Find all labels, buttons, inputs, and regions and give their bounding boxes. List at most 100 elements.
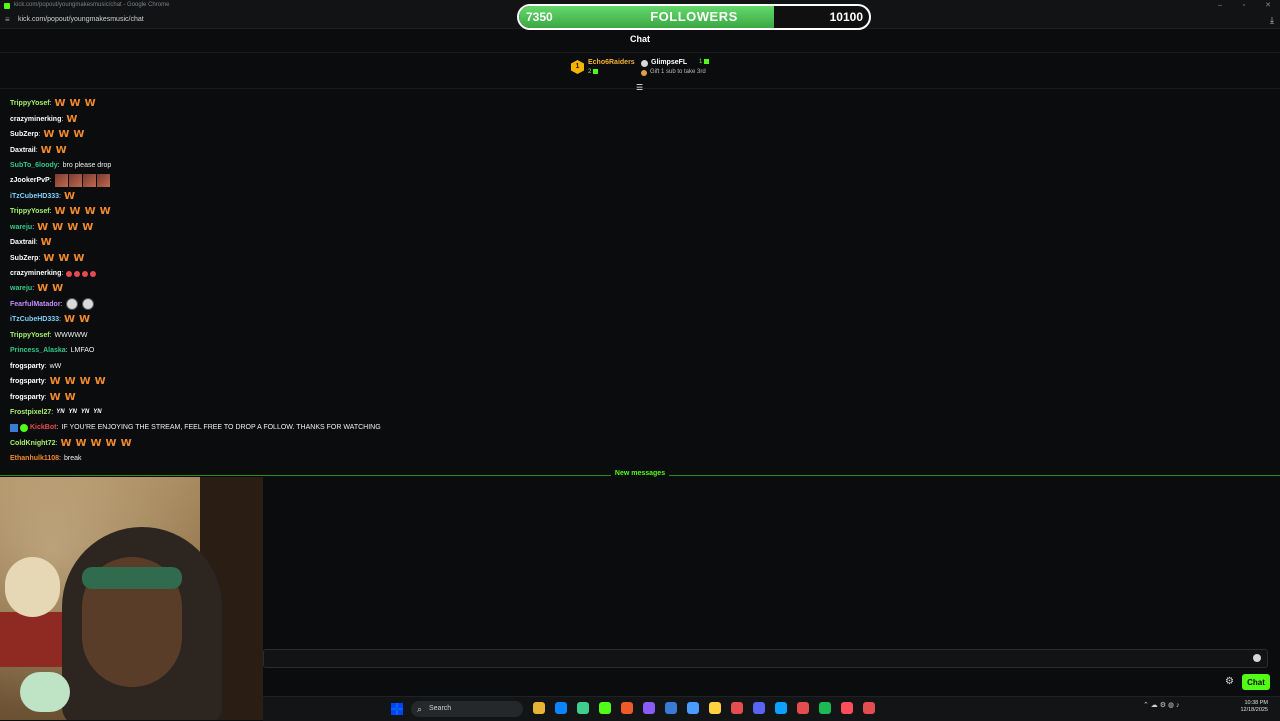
w-emote-icon[interactable]: W xyxy=(65,376,76,387)
chat-username[interactable]: iTzCubeHD333 xyxy=(10,316,59,323)
w-wings-emote-icon[interactable]: W xyxy=(73,253,84,264)
taskbar-app-icon[interactable] xyxy=(621,702,633,714)
yn-emote-icon[interactable]: YN xyxy=(56,409,64,415)
taskbar-app-icon[interactable] xyxy=(533,702,545,714)
w-wings-emote-icon[interactable]: W xyxy=(52,283,63,294)
chat-username[interactable]: Daxtrail xyxy=(10,147,36,154)
w-emote-icon[interactable]: W xyxy=(75,438,86,449)
chat-message[interactable]: SubZerp: W W W xyxy=(10,127,710,142)
chat-username[interactable]: wareju xyxy=(10,285,32,292)
w-wings-emote-icon[interactable]: W xyxy=(55,206,66,217)
chat-username[interactable]: wareju xyxy=(10,224,32,231)
chat-message[interactable]: iTzCubeHD333: W W xyxy=(10,312,710,327)
site-info-icon[interactable]: ≡ xyxy=(5,15,10,25)
w-wings-emote-icon[interactable]: W xyxy=(37,283,48,294)
w-emote-icon[interactable]: W xyxy=(85,98,96,109)
yn-emote-icon[interactable]: YN xyxy=(93,409,101,415)
chat-username[interactable]: SubTo_6loody xyxy=(10,162,58,169)
chat-message[interactable]: frogsparty: wW xyxy=(10,358,710,373)
w-emote-icon[interactable]: W xyxy=(79,314,90,325)
image-emote-icon[interactable] xyxy=(68,174,82,188)
maximize-button[interactable]: ▫ xyxy=(1232,0,1256,12)
chat-username[interactable]: SubZerp xyxy=(10,131,38,138)
new-messages-text[interactable]: New messages xyxy=(610,470,670,477)
w-emote-icon[interactable]: W xyxy=(121,438,132,449)
chat-username[interactable]: crazyminerking xyxy=(10,270,61,277)
w-emote-icon[interactable]: W xyxy=(58,129,69,140)
image-emote-icon[interactable] xyxy=(96,174,110,188)
chat-username[interactable]: frogsparty xyxy=(10,378,45,385)
chat-username[interactable]: zJookerPvP xyxy=(10,177,50,184)
chat-message[interactable]: Princess_Alaska: LMFAO xyxy=(10,343,710,358)
w-emote-icon[interactable]: W xyxy=(64,314,75,325)
face-emote-icon[interactable] xyxy=(65,298,78,311)
w-emote-icon[interactable]: W xyxy=(41,145,52,156)
taskbar-app-icon[interactable] xyxy=(709,702,721,714)
w-wings-emote-icon[interactable]: W xyxy=(66,114,77,125)
yn-emote-icon[interactable]: YN xyxy=(81,409,89,415)
chat-settings-gear-icon[interactable]: ⚙ xyxy=(1225,676,1234,688)
taskbar-app-icon[interactable] xyxy=(687,702,699,714)
image-emote-icon[interactable] xyxy=(54,174,68,188)
windows-start-icon[interactable] xyxy=(391,703,403,715)
chat-message[interactable]: KickBot: IF YOU'RE ENJOYING THE STREAM, F… xyxy=(10,420,710,435)
chat-message[interactable]: wareju: W W xyxy=(10,281,710,296)
chat-message[interactable]: wareju: W W W W xyxy=(10,220,710,235)
red-ball-emote-icon[interactable] xyxy=(90,270,97,277)
new-messages-label[interactable]: New messages xyxy=(0,470,1280,477)
chat-username[interactable]: FearfulMatador xyxy=(10,301,61,308)
w-wings-emote-icon[interactable]: W xyxy=(100,206,111,217)
chat-message[interactable]: iTzCubeHD333: W xyxy=(10,189,710,204)
w-emote-icon[interactable]: W xyxy=(43,129,54,140)
url-text[interactable]: kick.com/popout/youngmakesmusic/chat xyxy=(18,15,144,25)
taskbar-app-icon[interactable] xyxy=(555,702,567,714)
w-emote-icon[interactable]: W xyxy=(82,222,93,233)
chat-message[interactable]: Daxtrail: W xyxy=(10,235,710,250)
chat-username[interactable]: Ethanhulk1108 xyxy=(10,455,59,462)
chat-message[interactable]: SubZerp: W W W xyxy=(10,250,710,265)
chat-message[interactable]: frogsparty: W W W W xyxy=(10,374,710,389)
chat-username[interactable]: crazyminerking xyxy=(10,116,61,123)
chat-username[interactable]: Frostpixel27 xyxy=(10,409,51,416)
system-tray[interactable]: ⌃ ☁ ⚙ ◍ ♪ xyxy=(1143,701,1180,709)
minimize-button[interactable]: – xyxy=(1208,0,1232,12)
chat-message-list[interactable]: TrippyYosef: W W Wcrazyminerking: W SubZerp: W… xyxy=(10,96,710,467)
face-emote-icon[interactable] xyxy=(81,298,94,311)
red-ball-emote-icon[interactable] xyxy=(74,270,81,277)
taskbar-app-icon[interactable] xyxy=(665,702,677,714)
red-ball-emote-icon[interactable] xyxy=(82,270,89,277)
taskbar-app-icon[interactable] xyxy=(775,702,787,714)
w-wings-emote-icon[interactable]: W xyxy=(70,206,81,217)
w-emote-icon[interactable]: W xyxy=(106,438,117,449)
w-emote-icon[interactable]: W xyxy=(80,376,91,387)
w-emote-icon[interactable]: W xyxy=(91,438,102,449)
w-emote-icon[interactable]: W xyxy=(56,145,67,156)
chat-message[interactable]: TrippyYosef: WWWWW xyxy=(10,328,710,343)
chat-message[interactable]: FearfulMatador: xyxy=(10,297,710,312)
emoji-picker-icon[interactable] xyxy=(1253,654,1261,662)
taskbar-app-icon[interactable] xyxy=(819,702,831,714)
taskbar-app-icon[interactable] xyxy=(841,702,853,714)
w-emote-icon[interactable]: W xyxy=(95,376,106,387)
taskbar-app-icon[interactable] xyxy=(643,702,655,714)
chat-message[interactable]: frogsparty: W W xyxy=(10,389,710,404)
red-ball-emote-icon[interactable] xyxy=(66,270,73,277)
expand-leaderboard-icon[interactable]: ☰ xyxy=(636,84,643,92)
chat-message[interactable]: ColdKnight72: W W W W W xyxy=(10,436,710,451)
chat-message[interactable]: SubTo_6loody: bro please drop xyxy=(10,158,710,173)
taskbar-app-icon[interactable] xyxy=(731,702,743,714)
chat-message[interactable]: Daxtrail: W W xyxy=(10,142,710,157)
chat-message[interactable]: crazyminerking: W xyxy=(10,111,710,126)
chat-username[interactable]: SubZerp xyxy=(10,255,38,262)
taskbar-search[interactable]: ⌕ Search xyxy=(411,701,523,717)
w-emote-icon[interactable]: W xyxy=(67,222,78,233)
taskbar-app-icon[interactable] xyxy=(577,702,589,714)
chat-username[interactable]: frogsparty xyxy=(10,394,45,401)
taskbar-clock[interactable]: 10:38 PM 12/18/2025 xyxy=(1236,700,1268,714)
yn-emote-icon[interactable]: YN xyxy=(69,409,77,415)
taskbar-app-icon[interactable] xyxy=(599,702,611,714)
chat-send-button[interactable]: Chat xyxy=(1242,674,1270,690)
chat-message[interactable]: TrippyYosef: W W W W xyxy=(10,204,710,219)
chat-message[interactable]: zJookerPvP: xyxy=(10,173,710,188)
w-emote-icon[interactable]: W xyxy=(52,222,63,233)
